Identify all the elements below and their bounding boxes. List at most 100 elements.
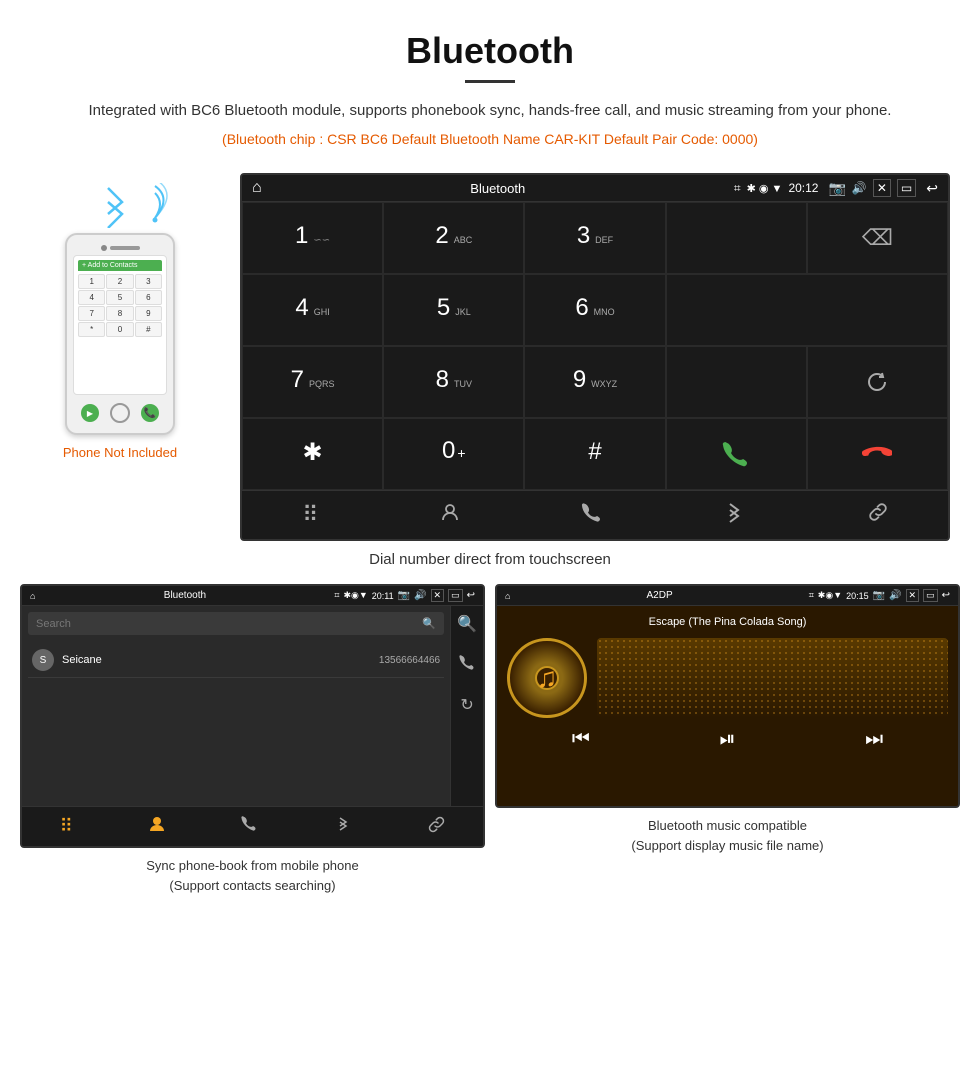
phone-dialpad: 1 2 3 4 5 6 7 8 9 * 0 #	[78, 274, 162, 337]
nav-contacts-icon[interactable]	[439, 501, 461, 529]
pb-close-icon[interactable]: ✕	[431, 589, 445, 602]
pb-nav-grid[interactable]: ⠿	[60, 816, 73, 837]
phone-call-btn: 📞	[141, 404, 159, 422]
pb-search-icon[interactable]: 🔍	[457, 614, 477, 634]
pb-screen-icon[interactable]: ▭	[448, 589, 463, 602]
music-camera-icon[interactable]: 📷	[873, 590, 885, 601]
contacts-icon	[439, 501, 461, 523]
back-icon[interactable]: ↩	[926, 180, 938, 197]
dial-key-7[interactable]: 7PQRS	[242, 346, 383, 418]
music-note-icon: ♫	[537, 662, 558, 694]
title-underline	[465, 80, 515, 83]
pb-link-icon	[427, 815, 445, 833]
dial-key-3[interactable]: 3DEF	[524, 202, 665, 274]
music-back-icon[interactable]: ↩	[942, 590, 950, 601]
bluetooth-icon	[723, 501, 745, 523]
screen-icon[interactable]: ▭	[897, 179, 916, 197]
close-icon[interactable]: ✕	[873, 179, 891, 197]
phone-key-9: 9	[135, 306, 162, 321]
home-icon[interactable]: ⌂	[252, 179, 262, 197]
music-volume-icon[interactable]: 🔊	[889, 590, 901, 601]
device-status-bar: ⌂ Bluetooth ⌗ ✱ ◉ ▼ 20:12 📷 🔊 ✕ ▭ ↩	[242, 175, 948, 202]
dial-key-hash[interactable]: #	[524, 418, 665, 490]
phonebook-screenshot: ⌂ Bluetooth ⌗ ✱◉▼ 20:11 📷 🔊 ✕ ▭ ↩ Search…	[20, 584, 485, 895]
phone-mock: + Add to Contacts 1 2 3 4 5 6 7 8 9 * 0 …	[65, 233, 175, 435]
phone-key-1: 1	[78, 274, 105, 289]
pb-nav-call[interactable]	[241, 815, 259, 838]
phonebook-body: Search 🔍 S Seicane 13566664466	[22, 606, 450, 806]
next-track-btn[interactable]: ⏭	[865, 728, 883, 751]
music-song-title: Escape (The Pina Colada Song)	[649, 616, 807, 628]
phonebook-list: Search 🔍 S Seicane 13566664466	[22, 606, 450, 806]
contact-row[interactable]: S Seicane 13566664466	[28, 643, 444, 678]
phone-top-bar	[73, 241, 167, 255]
link-icon	[866, 501, 888, 523]
bluetooth-info: (Bluetooth chip : CSR BC6 Default Blueto…	[60, 131, 920, 147]
dial-key-5[interactable]: 5JKL	[383, 274, 524, 346]
dialpad-grid: 1∽∽ 2ABC 3DEF ⌫ 4GHI 5JKL 6MNO	[242, 202, 948, 490]
dial-empty-1	[666, 202, 807, 274]
music-album-area: ♫	[507, 638, 948, 718]
pb-nav-user[interactable]	[148, 815, 166, 838]
music-caption: Bluetooth music compatible (Support disp…	[631, 816, 823, 855]
camera-icon[interactable]: 📷	[828, 180, 845, 197]
refresh-icon	[863, 368, 891, 396]
dial-key-8[interactable]: 8TUV	[383, 346, 524, 418]
music-close-icon[interactable]: ✕	[906, 589, 920, 602]
phone-key-4: 4	[78, 290, 105, 305]
pb-nav-bt[interactable]	[334, 815, 352, 838]
phone-key-8: 8	[106, 306, 133, 321]
dial-key-9[interactable]: 9WXYZ	[524, 346, 665, 418]
nav-call-icon[interactable]	[581, 501, 603, 529]
pb-bluetooth-icon	[334, 815, 352, 833]
music-frame: ⌂ A2DP ⌗ ✱◉▼ 20:15 📷 🔊 ✕ ▭ ↩ Escape (The…	[495, 584, 960, 808]
phone-speaker	[110, 246, 140, 250]
dial-backspace[interactable]: ⌫	[807, 202, 948, 274]
pb-nav-link[interactable]	[427, 815, 445, 838]
pb-refresh-icon[interactable]: ↻	[460, 695, 473, 715]
album-art: ♫	[507, 638, 587, 718]
play-pause-btn[interactable]: ⏯	[719, 728, 735, 751]
prev-track-btn[interactable]: ⏮	[572, 728, 590, 751]
pb-usb-icon: ⌗	[334, 590, 339, 601]
music-screen-icon[interactable]: ▭	[923, 589, 938, 602]
page-description: Integrated with BC6 Bluetooth module, su…	[60, 99, 920, 123]
dial-key-4[interactable]: 4GHI	[242, 274, 383, 346]
phone-camera	[101, 245, 107, 251]
dial-call-red[interactable]	[807, 418, 948, 490]
status-icons: ✱ ◉ ▼	[747, 182, 783, 195]
music-controls: ⏮ ⏯ ⏭	[507, 718, 948, 757]
volume-icon[interactable]: 🔊	[852, 181, 867, 195]
phonebook-bottom-nav: ⠿	[22, 806, 483, 846]
main-content: + Add to Contacts 1 2 3 4 5 6 7 8 9 * 0 …	[0, 173, 980, 541]
status-time: 20:12	[788, 181, 818, 195]
phone-key-6: 6	[135, 290, 162, 305]
phonebook-status-bar: ⌂ Bluetooth ⌗ ✱◉▼ 20:11 📷 🔊 ✕ ▭ ↩	[22, 586, 483, 606]
pb-camera-icon[interactable]: 📷	[398, 590, 410, 601]
dial-key-2[interactable]: 2ABC	[383, 202, 524, 274]
dial-refresh[interactable]	[807, 346, 948, 418]
dial-key-6[interactable]: 6MNO	[524, 274, 665, 346]
dial-key-0[interactable]: 0+	[383, 418, 524, 490]
wifi-signal-icon	[135, 183, 175, 233]
pb-phone-icon[interactable]	[459, 654, 475, 675]
music-screenshot: ⌂ A2DP ⌗ ✱◉▼ 20:15 📷 🔊 ✕ ▭ ↩ Escape (The…	[495, 584, 960, 895]
bottom-screenshots: ⌂ Bluetooth ⌗ ✱◉▼ 20:11 📷 🔊 ✕ ▭ ↩ Search…	[0, 584, 980, 905]
dial-call-green[interactable]	[666, 418, 807, 490]
usb-icon: ⌗	[734, 181, 741, 196]
pb-volume-icon[interactable]: 🔊	[414, 590, 426, 601]
nav-dialpad-icon[interactable]: ⠿	[302, 502, 318, 528]
dial-key-star[interactable]: ✱	[242, 418, 383, 490]
nav-bluetooth-icon[interactable]	[723, 501, 745, 529]
nav-link-icon[interactable]	[866, 501, 888, 529]
pb-back-icon[interactable]: ↩	[467, 590, 475, 601]
phone-side: + Add to Contacts 1 2 3 4 5 6 7 8 9 * 0 …	[20, 173, 220, 460]
pb-call-icon	[241, 815, 259, 833]
dial-empty-3	[666, 346, 807, 418]
dial-key-1[interactable]: 1∽∽	[242, 202, 383, 274]
music-home-icon[interactable]: ⌂	[505, 591, 510, 601]
pb-home-icon[interactable]: ⌂	[30, 591, 35, 601]
search-icon[interactable]: 🔍	[422, 617, 436, 630]
visualizer-dots	[597, 638, 948, 718]
search-bar[interactable]: Search 🔍	[28, 612, 444, 635]
